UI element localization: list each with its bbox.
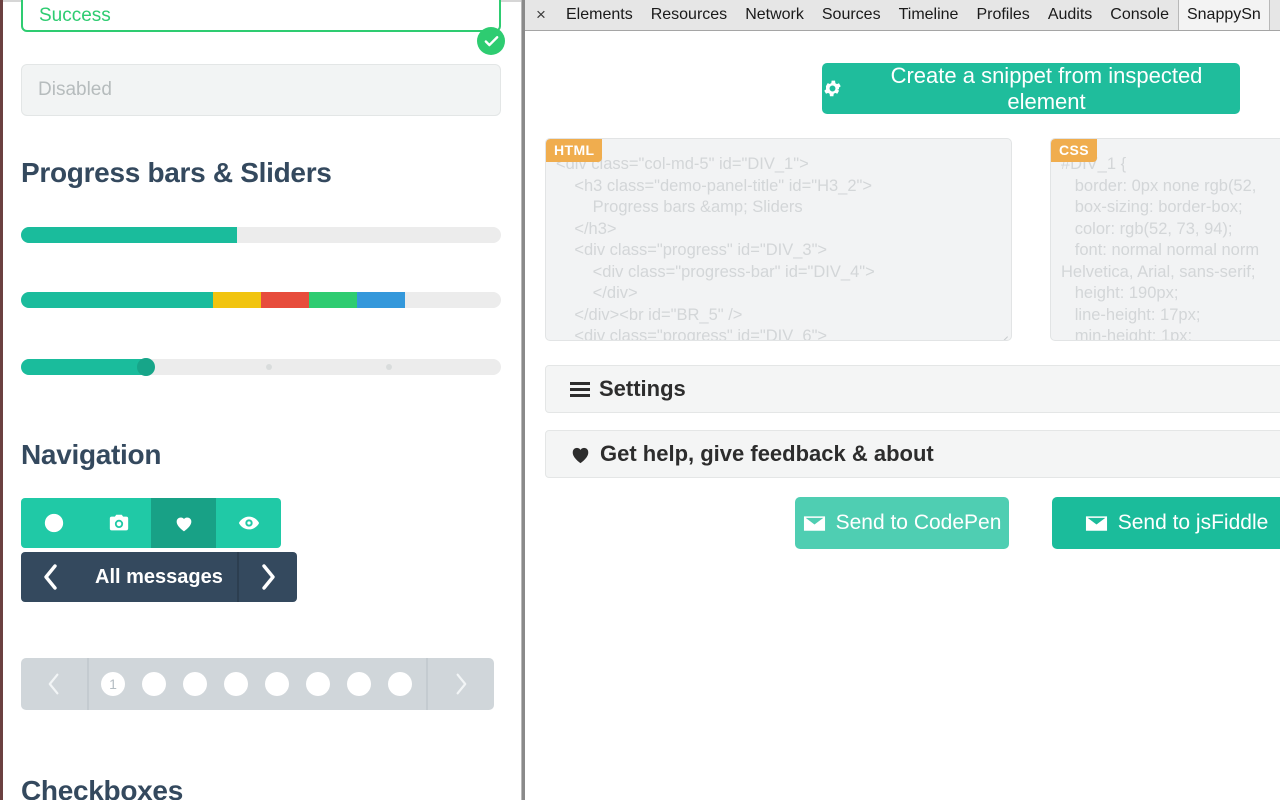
html-panel-badge: HTML [546,139,603,162]
progress-section-title: Progress bars & Sliders [21,157,332,188]
slider-fill [21,359,146,375]
range-slider[interactable] [21,358,501,376]
css-code-text: #DIV_1 { border: 0px none rgb(52, box-si… [1061,155,1260,341]
pagination: 1 [21,658,494,710]
devtools-tab-elements[interactable]: Elements [557,0,642,30]
eye-icon [238,516,259,530]
progress-segment [213,292,261,308]
pagination-page-item[interactable] [347,672,371,696]
devtools-tab-resources[interactable]: Resources [642,0,736,30]
html-code-text: <div class="col-md-5" id="DIV_1"> <h3 cl… [556,155,875,341]
devtools-tab-snappysn[interactable]: SnappySn [1177,0,1270,30]
check-circle-icon [477,27,505,55]
nav-button-eye[interactable] [216,498,281,548]
nav-icon-group [21,498,281,548]
nav-pager-label[interactable]: All messages [81,552,237,602]
progress-segment [309,292,357,308]
html-panel-resize-handle[interactable] [996,326,1011,340]
nav-pager-next-button[interactable] [236,552,297,602]
nav-pager: All messages [21,552,297,602]
nav-button-heart[interactable] [151,498,216,548]
snappysnippet-panel: Create a snippet from inspected element … [525,31,1280,800]
disabled-input-field: Disabled [21,64,501,116]
progress-bar-stacked [21,292,501,308]
devtools-tab-timeline[interactable]: Timeline [890,0,968,30]
gear-icon [822,78,843,99]
devtools-tabbar: × Elements Resources Network Sources Timelin… [525,0,1280,31]
navigation-section-title: Navigation [21,439,162,470]
devtools-tab-audits[interactable]: Audits [1039,0,1101,30]
send-to-codepen-button[interactable]: Send to CodePen [795,497,1009,549]
help-accordion[interactable]: Get help, give feedback & about [545,430,1280,478]
chevron-left-icon [48,673,59,695]
pane-splitter-line [521,0,522,800]
demo-page-pane: Success Disabled Progress bars & Sliders… [0,0,521,800]
pagination-next-button[interactable] [428,658,494,710]
pagination-page-item[interactable] [183,672,207,696]
devtools-pane: × Elements Resources Network Sources Timelin… [525,0,1280,800]
chevron-left-icon [44,564,57,590]
pagination-page-item[interactable]: 1 [101,672,125,696]
html-code-panel[interactable]: HTML <div class="col-md-5" id="DIV_1"> <… [545,138,1012,341]
chevron-right-icon [262,564,275,590]
success-input-value: Success [39,5,111,26]
progress-segment [21,292,213,308]
camera-icon [109,514,128,531]
pagination-prev-button[interactable] [21,658,87,710]
heart-icon [570,445,591,464]
envelope-icon [803,515,826,532]
pagination-page-item[interactable] [142,672,166,696]
nav-button-clock[interactable] [21,498,86,548]
page-left-stripe [0,0,3,800]
pagination-page-item[interactable] [306,672,330,696]
pagination-page-item[interactable] [265,672,289,696]
success-input-field[interactable]: Success [21,0,501,32]
css-code-panel[interactable]: CSS #DIV_1 { border: 0px none rgb(52, bo… [1050,138,1280,341]
css-panel-badge: CSS [1051,139,1097,162]
slider-handle[interactable] [137,358,155,376]
slider-tick [266,364,272,370]
devtools-tab-console[interactable]: Console [1101,0,1178,30]
slider-tick [386,364,392,370]
close-icon[interactable]: × [525,0,557,30]
devtools-tab-sources[interactable]: Sources [813,0,890,30]
pagination-page-list: 1 [89,672,426,696]
clock-icon [44,513,63,533]
progress-segment [21,227,237,243]
disabled-input-placeholder: Disabled [38,79,112,100]
checkboxes-section-title: Checkboxes [21,775,183,800]
hamburger-icon [570,381,590,398]
pagination-page-item[interactable] [388,672,412,696]
screenshot-root: Success Disabled Progress bars & Sliders… [0,0,1280,800]
settings-accordion[interactable]: Settings [545,365,1280,413]
settings-accordion-label: Settings [599,376,686,401]
send-to-jsfiddle-label: Send to jsFiddle [1117,511,1269,534]
progress-segment [261,292,309,308]
heart-icon [176,517,191,532]
progress-segment [357,292,405,308]
envelope-icon [1085,515,1108,532]
devtools-tab-profiles[interactable]: Profiles [967,0,1038,30]
chevron-right-icon [456,673,467,695]
create-snippet-button[interactable]: Create a snippet from inspected element [822,63,1240,114]
devtools-tab-network[interactable]: Network [736,0,813,30]
nav-pager-prev-button[interactable] [21,552,81,602]
send-to-jsfiddle-button[interactable]: Send to jsFiddle [1052,497,1280,549]
create-snippet-button-label: Create a snippet from inspected element [890,62,1203,114]
help-accordion-label: Get help, give feedback & about [600,441,934,466]
send-to-codepen-label: Send to CodePen [835,511,1002,534]
pagination-page-item[interactable] [224,672,248,696]
nav-button-camera[interactable] [86,498,151,548]
progress-bar-single [21,227,501,243]
